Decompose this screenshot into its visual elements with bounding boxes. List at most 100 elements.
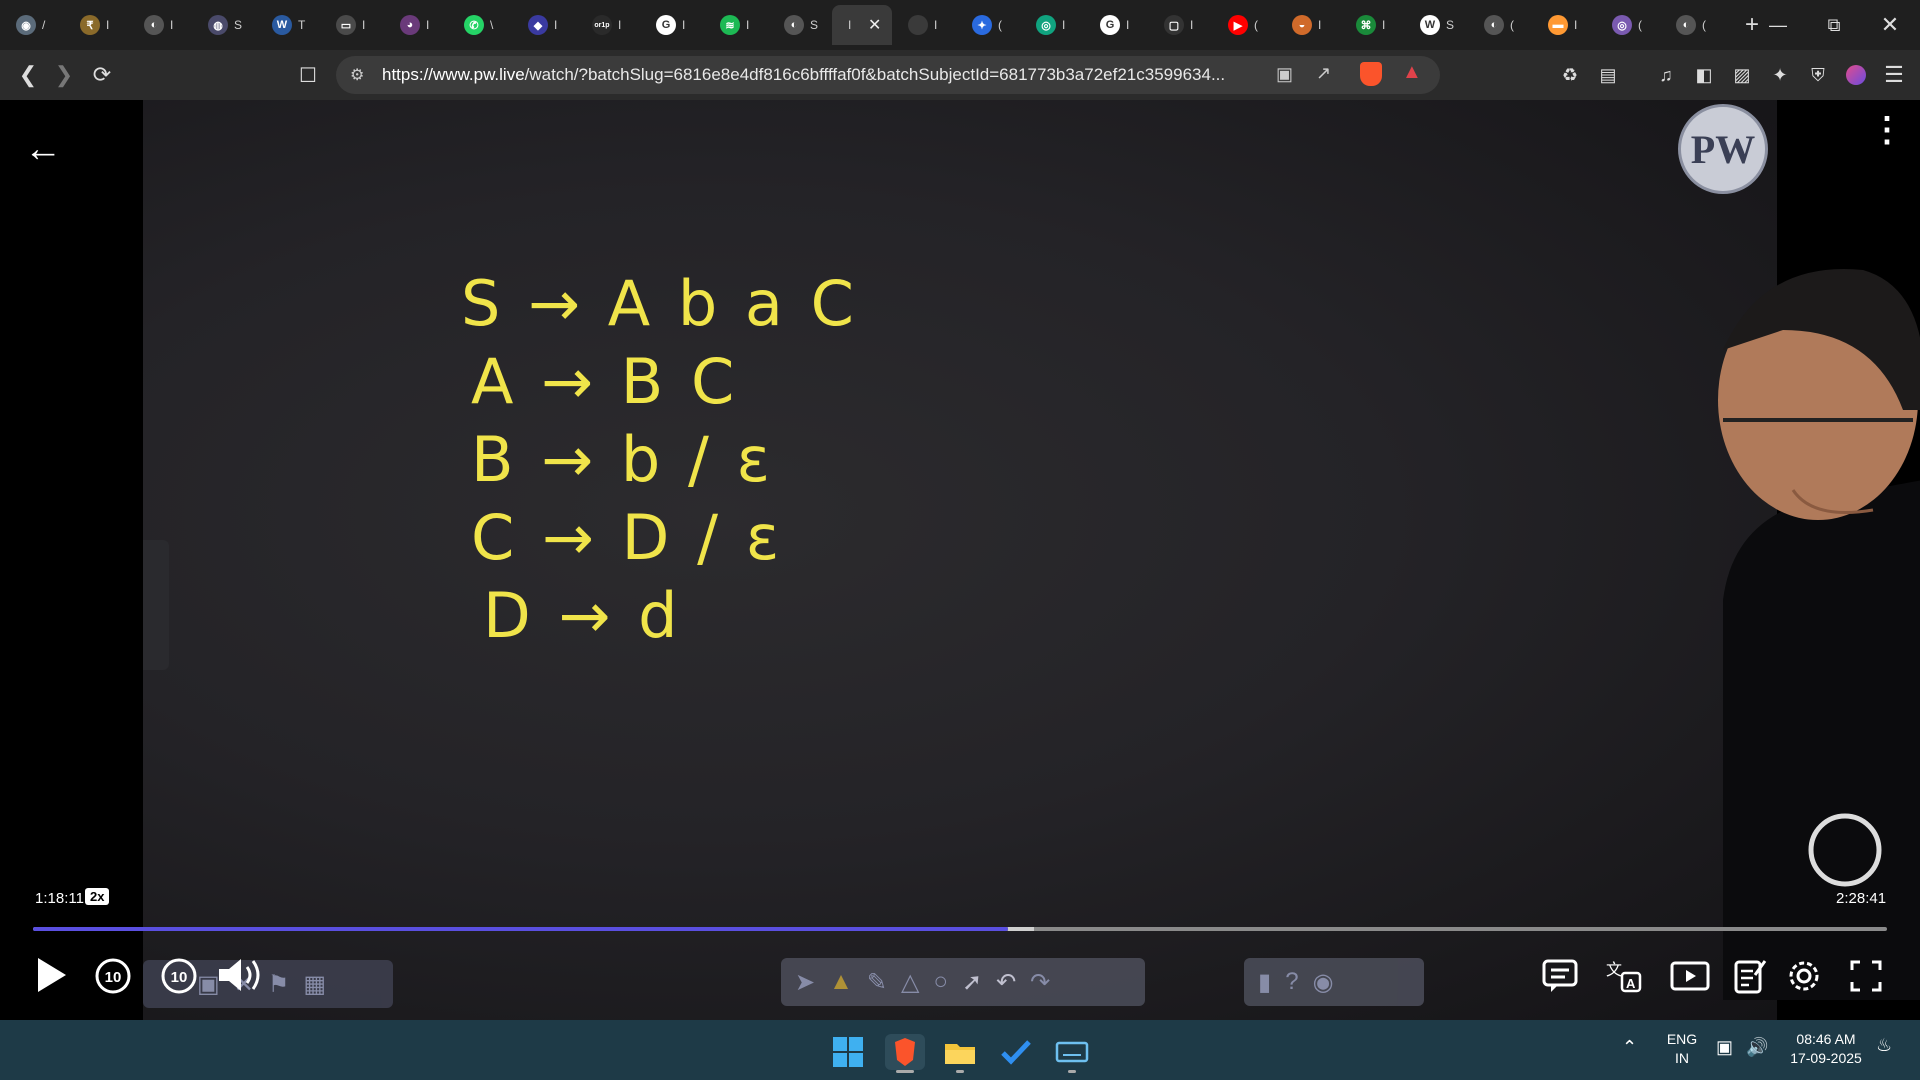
start-button[interactable] [828, 1034, 868, 1070]
tab-close-icon[interactable]: ✕ [868, 15, 881, 35]
tab-active[interactable]: I ✕ [832, 5, 892, 45]
video-player[interactable]: S → A b a CA → B CB → b / εC → D / εD → … [0, 100, 1920, 1020]
tab-6[interactable]: ▭ I [320, 5, 384, 45]
highlighter-tool-icon[interactable]: ▲ [829, 968, 853, 996]
tab-14[interactable]: I [892, 5, 956, 45]
translate-button[interactable]: 文A [1600, 952, 1648, 1000]
tray-overflow-icon[interactable]: ⌃ [1622, 1038, 1637, 1057]
rewind-10-button[interactable]: 10 [88, 950, 138, 1000]
extensions-icon[interactable]: ♻ [1554, 59, 1586, 91]
settings-button[interactable] [1780, 952, 1828, 1000]
tab-20[interactable]: ◒ I [1276, 5, 1340, 45]
media-icon[interactable]: ♫ [1650, 59, 1682, 91]
tab-21[interactable]: ⌘ I [1340, 5, 1404, 45]
image-tool-icon[interactable]: ▦ [303, 970, 326, 999]
tab-19[interactable]: ▶( [1212, 5, 1276, 45]
tab-11[interactable]: GI [640, 5, 704, 45]
menu-icon[interactable]: ☰ [1878, 59, 1910, 91]
tab-favicon-icon: ◕ [400, 15, 420, 35]
eraser-tool-icon[interactable]: ○ [933, 968, 948, 996]
tab-title: I [1062, 18, 1066, 32]
install-app-icon[interactable]: ▣ [1276, 64, 1293, 85]
speed-badge[interactable]: 2x [85, 888, 110, 905]
wallet-icon[interactable]: ▨ [1726, 59, 1758, 91]
tab-17[interactable]: GI [1084, 5, 1148, 45]
vpn-icon[interactable]: ⛨ [1802, 59, 1834, 91]
pen-tool-icon[interactable]: ✎ [867, 968, 887, 997]
play-button[interactable] [26, 950, 76, 1000]
network-icon[interactable]: ▣ [1716, 1038, 1733, 1057]
brave-shields-icon[interactable] [1360, 62, 1382, 86]
tab-title: I [1126, 18, 1130, 32]
pw-logo: PW [1678, 104, 1768, 194]
tab-16[interactable]: ◎ I [1020, 5, 1084, 45]
tab-26[interactable]: ◐( [1660, 5, 1724, 45]
doubt-icon[interactable]: ? [1285, 968, 1298, 996]
taskbar-file-explorer[interactable] [940, 1034, 980, 1070]
language-indicator[interactable]: ENG IN [1664, 1030, 1700, 1068]
forward-button[interactable]: ❯ [46, 57, 82, 93]
speaker-icon[interactable]: 🔊 [1746, 1038, 1768, 1057]
tab-23[interactable]: ◐( [1468, 5, 1532, 45]
reader-mode-icon[interactable]: ▤ [1592, 59, 1624, 91]
chat-button[interactable] [1536, 952, 1584, 1000]
bookmark-icon[interactable]: ☐ [290, 57, 326, 93]
volume-icon [219, 959, 260, 991]
more-options-icon[interactable]: ⋮ [1870, 113, 1904, 147]
poll-icon[interactable]: ▮ [1258, 968, 1271, 997]
volume-button[interactable] [214, 950, 264, 1000]
notes-button[interactable] [1726, 952, 1774, 1000]
pip-button[interactable] [1666, 952, 1714, 1000]
tab-7[interactable]: ◕ I [384, 5, 448, 45]
address-bar[interactable]: ⚙ https://www.pw.live/watch/?batchSlug=6… [336, 56, 1440, 94]
forward-icon: 10 [161, 958, 197, 994]
tab-favicon-icon: G [656, 15, 676, 35]
close-window-button[interactable]: ✕ [1862, 0, 1918, 50]
tab-2[interactable]: ₹ I [64, 5, 128, 45]
tab-10[interactable]: or1p I [576, 5, 640, 45]
clock-time: 08:46 AM [1796, 1031, 1856, 1047]
forward-10-button[interactable]: 10 [154, 950, 204, 1000]
share-icon[interactable]: ↗ [1316, 63, 1331, 84]
back-arrow-icon[interactable]: ← [24, 128, 62, 171]
clock[interactable]: 08:46 AM 17-09-2025 [1784, 1030, 1868, 1068]
tab-title: S [1446, 18, 1455, 32]
tab-9[interactable]: ◆ I [512, 5, 576, 45]
laser-tool-icon[interactable]: ➚ [962, 968, 982, 997]
profile-icon[interactable] [1840, 59, 1872, 91]
restore-button[interactable]: ⧉ [1806, 0, 1862, 50]
leo-ai-icon[interactable]: ✦ [1764, 59, 1796, 91]
chat-camera-icon[interactable]: ◉ [1313, 968, 1334, 997]
taskbar-keyboard[interactable] [1052, 1034, 1092, 1070]
pointer-tool-icon[interactable]: ➤ [795, 968, 815, 997]
tab-5[interactable]: WT [256, 5, 320, 45]
fullscreen-button[interactable] [1842, 952, 1890, 1000]
tab-title: I [618, 18, 622, 32]
tab-3[interactable]: ◐ I [128, 5, 192, 45]
tab-13[interactable]: ◐ S [768, 5, 832, 45]
shape-tool-icon[interactable]: △ [901, 968, 919, 997]
tab-22[interactable]: WS [1404, 5, 1468, 45]
tab-12[interactable]: ≋ I [704, 5, 768, 45]
flag-tool-icon[interactable]: ⚑ [268, 970, 290, 999]
tab-18[interactable]: ▢ I [1148, 5, 1212, 45]
sidebar-icon[interactable]: ◧ [1688, 59, 1720, 91]
minimize-button[interactable]: — [1750, 0, 1806, 50]
tab-1[interactable]: ◉ / [0, 5, 64, 45]
reload-button[interactable]: ⟳ [84, 57, 120, 93]
progress-bar[interactable] [33, 927, 1887, 931]
tab-4[interactable]: ◍ S [192, 5, 256, 45]
brave-rewards-icon[interactable]: ▲ [1402, 61, 1422, 84]
taskbar-todo[interactable] [996, 1034, 1036, 1070]
back-button[interactable]: ❮ [10, 57, 46, 93]
tab-8[interactable]: ✆ \ [448, 5, 512, 45]
tab-25[interactable]: ◎( [1596, 5, 1660, 45]
taskbar-brave[interactable] [885, 1034, 925, 1070]
undo-icon[interactable]: ↶ [996, 968, 1016, 997]
redo-icon[interactable]: ↷ [1030, 968, 1050, 997]
tab-15[interactable]: ✦( [956, 5, 1020, 45]
side-panel-handle[interactable] [143, 540, 169, 670]
tab-24[interactable]: ▬ I [1532, 5, 1596, 45]
site-settings-icon[interactable]: ⚙ [350, 65, 364, 85]
notification-bell-icon[interactable]: ♨ [1876, 1036, 1892, 1055]
